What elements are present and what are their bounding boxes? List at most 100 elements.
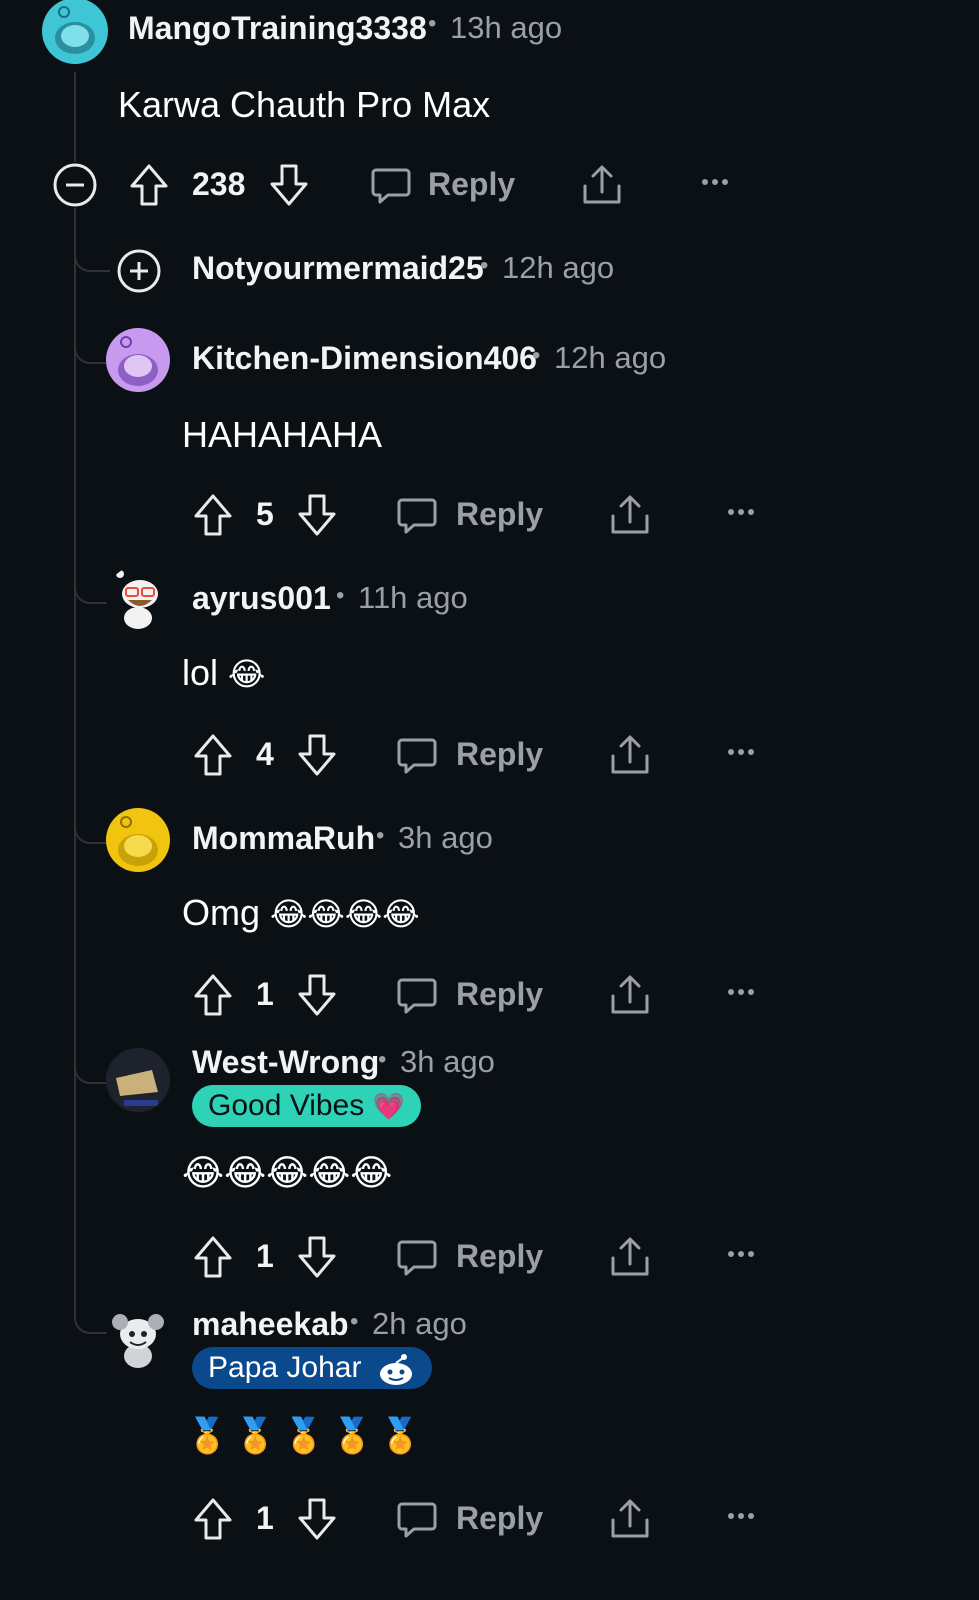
comment-icon[interactable] (396, 1498, 438, 1540)
snoo-avatar-icon (118, 336, 158, 386)
snoo-avatar-icon (112, 1314, 164, 1368)
comment-time: 12h ago (554, 340, 667, 375)
snoo-avatar-icon (55, 6, 95, 54)
comment-time: 12h ago (502, 250, 615, 285)
more-icon[interactable] (700, 176, 730, 188)
comment-username[interactable]: West-Wrong (192, 1044, 379, 1081)
comment-actions: 4 Reply (190, 730, 790, 780)
share-icon[interactable] (608, 972, 652, 1018)
comment-separator: • (376, 822, 385, 849)
more-icon[interactable] (726, 506, 756, 518)
vote-count: 238 (192, 166, 246, 202)
comment-username[interactable]: Notyourmermaid25 (192, 250, 484, 287)
avatar[interactable] (106, 808, 170, 872)
comment-text: lol (182, 652, 219, 693)
expand-icon[interactable] (116, 248, 162, 294)
upvote-icon[interactable] (192, 732, 234, 778)
avatar[interactable] (42, 0, 108, 64)
comment-time: 2h ago (372, 1306, 467, 1341)
vote-count: 1 (256, 976, 274, 1012)
more-icon[interactable] (726, 746, 756, 758)
more-icon[interactable] (726, 1248, 756, 1260)
upvote-icon[interactable] (192, 1496, 234, 1542)
upvote-icon[interactable] (192, 972, 234, 1018)
comment-actions: 238 Reply (50, 160, 750, 210)
comment-separator: • (350, 1308, 359, 1335)
downvote-icon[interactable] (268, 162, 310, 208)
share-icon[interactable] (608, 492, 652, 538)
comment-actions: 1 Reply (190, 1494, 790, 1544)
thread-branch (74, 1300, 110, 1334)
comment-separator: • (336, 582, 345, 609)
comment-body: 🏅🏅🏅🏅🏅 (186, 1414, 428, 1456)
snoo-flair-icon (379, 1354, 412, 1386)
comment-emoji: 😂 (228, 655, 266, 693)
more-icon[interactable] (726, 986, 756, 998)
thread-line-main (74, 72, 76, 162)
comment-icon[interactable] (396, 734, 438, 776)
reply-button[interactable]: Reply (456, 976, 543, 1013)
vote-count: 1 (256, 1500, 274, 1536)
share-icon[interactable] (608, 732, 652, 778)
comment-body: lol 😂 (182, 652, 265, 694)
comment-time: 11h ago (358, 580, 468, 615)
comment-time: 3h ago (398, 820, 493, 855)
comment-text: Omg (182, 892, 261, 933)
avatar[interactable] (106, 1048, 170, 1112)
comment-emoji: 🏅🏅🏅🏅🏅 (186, 1416, 428, 1456)
comment-username[interactable]: Kitchen-Dimension406 (192, 340, 537, 377)
share-icon[interactable] (608, 1496, 652, 1542)
upvote-icon[interactable] (192, 1234, 234, 1280)
comment-username[interactable]: MommaRuh (192, 820, 375, 857)
profile-photo-icon (106, 1048, 170, 1112)
flair-text: Papa Johar (208, 1351, 362, 1384)
thread-line-children (74, 208, 76, 1318)
more-icon[interactable] (726, 1510, 756, 1522)
thread-branch (74, 330, 110, 364)
snoo-avatar-icon (118, 816, 158, 866)
comment-body: Karwa Chauth Pro Max (118, 84, 491, 125)
comment-emoji: 😂😂😂😂 (270, 895, 420, 933)
comment-body: Omg 😂😂😂😂 (182, 892, 420, 934)
reply-button[interactable]: Reply (456, 736, 543, 773)
comment-separator: • (428, 10, 437, 37)
vote-count: 4 (256, 736, 274, 772)
avatar[interactable] (106, 1306, 170, 1370)
upvote-icon[interactable] (128, 162, 170, 208)
user-flair: Papa Johar (192, 1347, 432, 1389)
comment-body: 😂😂😂😂😂 (182, 1152, 392, 1194)
comment-icon[interactable] (396, 1236, 438, 1278)
reply-button[interactable]: Reply (456, 1238, 543, 1275)
comment-separator: • (378, 1046, 387, 1073)
avatar[interactable] (106, 328, 170, 392)
downvote-icon[interactable] (296, 1234, 338, 1280)
flair-emoji: 💗 (372, 1092, 405, 1122)
comment-icon[interactable] (396, 494, 438, 536)
comment-username[interactable]: MangoTraining3338 (128, 10, 427, 47)
reply-button[interactable]: Reply (428, 166, 515, 203)
downvote-icon[interactable] (296, 492, 338, 538)
downvote-icon[interactable] (296, 732, 338, 778)
reply-button[interactable]: Reply (456, 1500, 543, 1537)
reply-button[interactable]: Reply (456, 496, 543, 533)
comment-time: 13h ago (450, 10, 563, 45)
thread-branch (74, 570, 110, 604)
vote-count: 1 (256, 1238, 274, 1274)
flair-text: Good Vibes (208, 1089, 365, 1122)
share-icon[interactable] (580, 162, 624, 208)
snoo-avatar-icon (116, 570, 158, 629)
avatar[interactable] (106, 566, 170, 630)
upvote-icon[interactable] (192, 492, 234, 538)
collapse-icon[interactable] (52, 162, 98, 208)
thread-branch (74, 238, 110, 272)
comment-username[interactable]: ayrus001 (192, 580, 331, 617)
comment-username[interactable]: maheekab (192, 1306, 349, 1343)
comment-body: HAHAHAHA (182, 414, 383, 455)
user-flair: Good Vibes 💗 (192, 1085, 421, 1127)
downvote-icon[interactable] (296, 972, 338, 1018)
thread-branch (74, 810, 110, 844)
share-icon[interactable] (608, 1234, 652, 1280)
comment-icon[interactable] (370, 164, 412, 206)
downvote-icon[interactable] (296, 1496, 338, 1542)
comment-icon[interactable] (396, 974, 438, 1016)
